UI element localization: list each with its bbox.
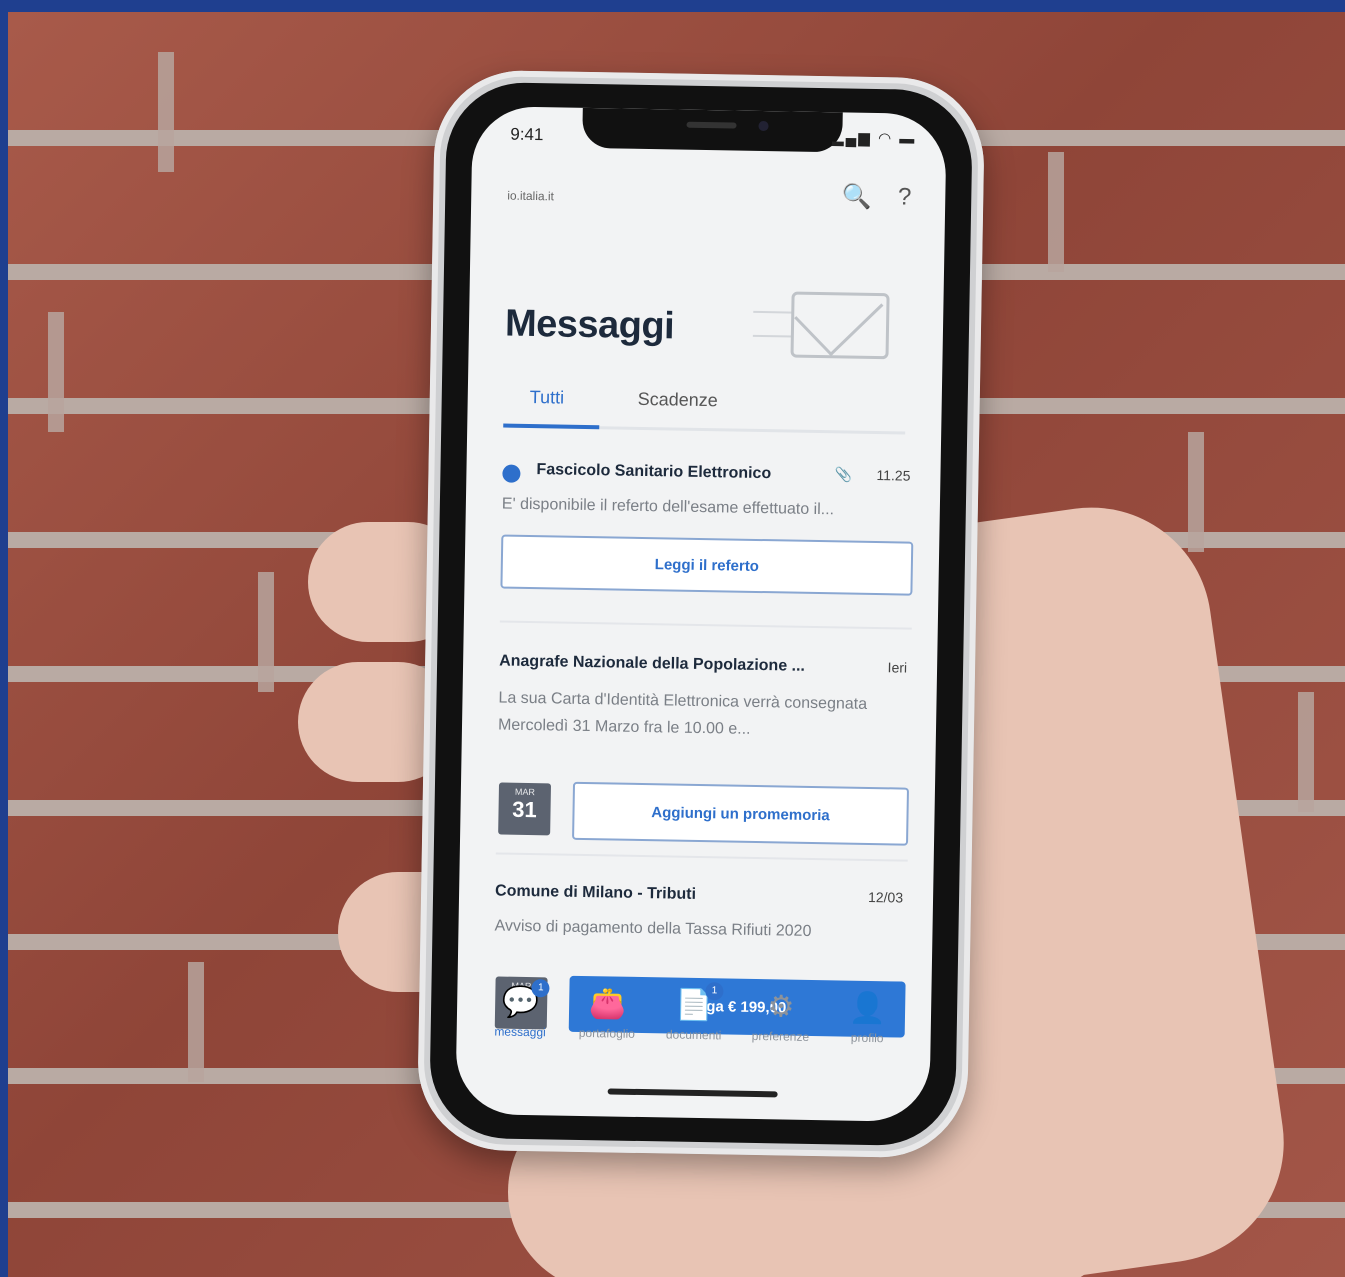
app-screen: 9:41 ▂▄▆ ◠ ▬ io.italia.it 🔍 ? Messaggi T… — [455, 105, 947, 1123]
message-sender: Anagrafe Nazionale della Popolazione ... — [499, 652, 806, 675]
envelope-icon — [790, 291, 890, 360]
mortar-joint — [1298, 692, 1314, 812]
gear-icon: ⚙ — [767, 990, 795, 1024]
tabbar-item-profilo[interactable]: 👤 profilo — [824, 988, 911, 1065]
mortar-joint — [158, 52, 174, 172]
header-actions: 🔍 ? — [842, 182, 912, 212]
bottom-tabbar: 💬 1 messaggi 👛 portafoglio 📄 1 documenti — [476, 979, 911, 1066]
tab-scadenze[interactable]: Scadenze — [638, 389, 718, 411]
mortar-joint — [258, 572, 274, 692]
page-title: Messaggi — [504, 302, 675, 348]
mortar-joint — [48, 312, 64, 432]
tabbar-label: profilo — [850, 1030, 884, 1046]
envelope-motion-lines — [752, 310, 794, 338]
message-header: Anagrafe Nazionale della Popolazione ...… — [499, 652, 911, 683]
status-time: 9:41 — [510, 124, 544, 145]
wallet-icon: 👛 — [588, 987, 627, 1021]
messages-icon: 💬 — [501, 985, 540, 1020]
message-preview: La sua Carta d'Identità Elettronica verr… — [497, 689, 868, 738]
tab-tutti[interactable]: Tutti — [530, 387, 565, 409]
message-time: 12/03 — [867, 888, 904, 906]
tabbar-item-preferenze[interactable]: ⚙ preferenze — [737, 987, 824, 1064]
mortar-joint — [188, 962, 204, 1082]
unread-dot — [502, 464, 521, 483]
mortar-joint — [1048, 152, 1064, 272]
tabbar-item-messaggi[interactable]: 💬 1 messaggi — [477, 979, 564, 1059]
profile-icon: 👤 — [848, 991, 887, 1026]
phone-bezel: 9:41 ▂▄▆ ◠ ▬ io.italia.it 🔍 ? Messaggi T… — [428, 81, 974, 1147]
help-icon[interactable]: ? — [898, 183, 912, 212]
smartphone: 9:41 ▂▄▆ ◠ ▬ io.italia.it 🔍 ? Messaggi T… — [416, 69, 986, 1159]
tabbar-label: messaggi — [494, 1024, 546, 1040]
attachment-icon: 📎 — [834, 466, 853, 483]
message-tabs: Tutti Scadenze — [503, 378, 907, 435]
message-time: 11.25 — [876, 467, 911, 484]
tabbar-label: portafoglio — [578, 1025, 635, 1041]
message-time: Ieri — [887, 659, 908, 676]
tabbar-label: preferenze — [751, 1028, 810, 1044]
search-icon[interactable]: 🔍 — [842, 182, 872, 212]
documents-icon: 📄 — [675, 988, 714, 1023]
calendar-icon: MAR 31 — [498, 782, 552, 836]
tabbar-item-portafoglio[interactable]: 👛 portafoglio — [563, 984, 650, 1061]
message-sender: Comune di Milano - Tributi — [494, 882, 697, 903]
add-reminder-button[interactable]: Aggiungi un promemoria — [572, 781, 910, 846]
message-preview: Avviso di pagamento della Tassa Rifiuti … — [494, 917, 812, 940]
home-indicator[interactable] — [607, 1088, 778, 1098]
speaker — [686, 121, 737, 129]
tabbar-item-documenti[interactable]: 📄 1 documenti — [650, 982, 737, 1062]
mortar-joint — [1188, 432, 1204, 552]
message-preview: E' disponibile il referto dell'esame eff… — [501, 495, 835, 519]
message-card[interactable]: Fascicolo Sanitario Elettronico 📎 11.25 … — [499, 460, 915, 630]
signal-wifi-battery-icon: ▂▄▆ ◠ ▬ — [832, 129, 917, 148]
tabbar-label: documenti — [665, 1027, 722, 1043]
calendar-day: 31 — [512, 796, 538, 823]
message-sender: Fascicolo Sanitario Elettronico — [536, 461, 772, 483]
message-header: Fascicolo Sanitario Elettronico 📎 11.25 — [502, 461, 914, 492]
calendar-month: MAR — [514, 786, 535, 798]
read-report-button[interactable]: Leggi il referto — [500, 534, 914, 596]
notch — [582, 107, 843, 153]
active-tab-indicator — [503, 423, 600, 430]
brick-wall-photo: 9:41 ▂▄▆ ◠ ▬ io.italia.it 🔍 ? Messaggi T… — [8, 12, 1345, 1277]
camera — [758, 120, 769, 132]
message-card[interactable]: Anagrafe Nazionale della Popolazione ...… — [495, 652, 912, 862]
message-header: Comune di Milano - Tributi 12/03 — [495, 882, 907, 913]
app-domain: io.italia.it — [507, 188, 555, 204]
